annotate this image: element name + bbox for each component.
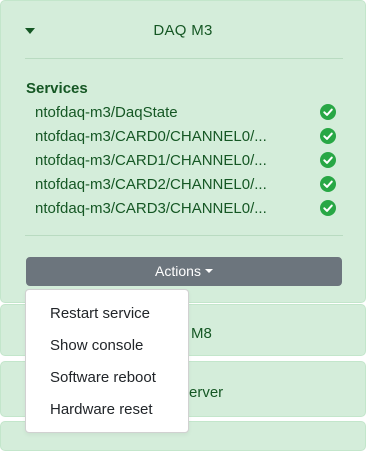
service-name: ntofdaq-m3/CARD2/CHANNEL0/... [35,176,267,193]
service-row: ntofdaq-m3/CARD0/CHANNEL0/... [35,127,339,147]
hardware-reset-item[interactable]: Hardware reset [26,394,188,426]
check-circle-icon [320,200,336,216]
card-header[interactable]: DAQ M3 [1,1,365,61]
card-title: DAQ M3 [153,22,213,39]
service-row: ntofdaq-m3/DaqState [35,103,339,123]
restart-service-item[interactable]: Restart service [26,298,188,330]
service-name: ntofdaq-m3/CARD0/CHANNEL0/... [35,128,267,145]
service-row: ntofdaq-m3/CARD3/CHANNEL0/... [35,199,339,219]
service-row: ntofdaq-m3/CARD2/CHANNEL0/... [35,175,339,195]
services-heading: Services [26,80,88,97]
card-title: M8 [191,325,212,342]
service-row: ntofdaq-m3/CARD1/CHANNEL0/... [35,151,339,171]
actions-dropdown-menu: Restart service Show console Software re… [25,289,189,433]
card-title: erver [189,384,224,401]
check-circle-icon [320,152,336,168]
service-name: ntofdaq-m3/DaqState [35,104,178,121]
service-name: ntofdaq-m3/CARD3/CHANNEL0/... [35,200,267,217]
software-reboot-item[interactable]: Software reboot [26,362,188,394]
show-console-item[interactable]: Show console [26,330,188,362]
actions-label: Actions [155,263,201,279]
service-name: ntofdaq-m3/CARD1/CHANNEL0/... [35,152,267,169]
check-circle-icon [320,176,336,192]
daq-m3-card: DAQ M3 Services ntofdaq-m3/DaqState ntof… [0,0,366,303]
divider [25,58,343,59]
check-circle-icon [320,104,336,120]
divider [25,235,343,236]
check-circle-icon [320,128,336,144]
caret-down-icon [204,269,213,274]
actions-button[interactable]: Actions [26,257,342,286]
